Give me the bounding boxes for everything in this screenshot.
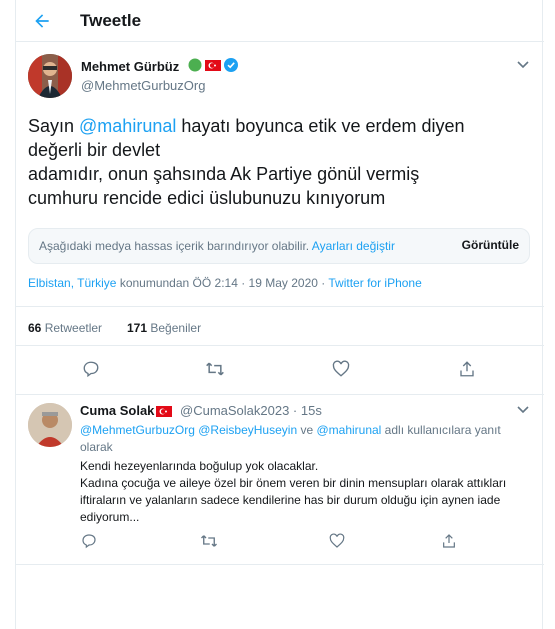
reply-author-name[interactable]: Cuma Solak: [80, 403, 154, 418]
reply-tweet[interactable]: Cuma Solak @CumaSolak2023 · 15s @MehmetG…: [16, 395, 544, 565]
verified-badge-icon: [224, 58, 238, 72]
mention-joiner: ve: [297, 423, 317, 437]
reply-author-handle[interactable]: @CumaSolak2023 · 15s: [180, 403, 322, 418]
mention-link[interactable]: @mahirunal: [316, 423, 381, 437]
retweet-icon: [201, 535, 217, 547]
reply-actions: [16, 530, 544, 554]
retweets-stat[interactable]: 66 Retweetler: [28, 321, 102, 335]
tweet-text-prefix: Sayın: [28, 116, 80, 136]
reply-line-2: Kadına çocuğa ve aileye özel bir önem ve…: [80, 476, 507, 524]
retweet-icon: [206, 362, 224, 376]
change-settings-link[interactable]: Ayarları değiştir: [312, 239, 395, 253]
heart-icon: [332, 360, 350, 377]
mention-link[interactable]: @ReisbeyHuseyin: [198, 423, 297, 437]
reply-text: Kendi hezeyenlarında boğulup yok olacakl…: [80, 458, 535, 526]
retweet-button[interactable]: [204, 358, 226, 380]
view-media-button[interactable]: Görüntüle: [462, 238, 519, 252]
back-button[interactable]: [30, 9, 54, 33]
author-badges: [188, 58, 238, 72]
avatar[interactable]: [28, 54, 72, 98]
retweet-button[interactable]: [200, 532, 218, 550]
page-title: Tweetle: [80, 11, 142, 30]
reply-line-1: Kendi hezeyenlarında boğulup yok olacakl…: [80, 459, 319, 473]
tweet-actions: [16, 354, 544, 384]
reply-button[interactable]: [80, 532, 98, 550]
turkey-flag-icon: [156, 406, 172, 417]
main-tweet: Mehmet Gürbüz @MehmetGurbuzOrg Sayın @ma…: [16, 42, 544, 395]
share-icon: [460, 361, 474, 377]
header-bar: Tweetle: [16, 0, 544, 42]
sensitive-media-notice: Aşağıdaki medya hassas içerik barındırıy…: [28, 228, 530, 264]
tweet-options-button[interactable]: [514, 56, 532, 74]
tweet-line-2: değerli bir devlet: [28, 140, 161, 160]
tweet-text-line1-rest: hayatı boyunca etik ve erdem diyen: [176, 116, 465, 136]
heart-icon: [329, 533, 345, 548]
tweet-line-1: Sayın @mahirunal hayatı boyunca etik ve …: [28, 114, 528, 138]
tweet-stats: 66 Retweetler 171 Beğeniler: [16, 306, 544, 346]
source-link[interactable]: Twitter for iPhone: [328, 276, 421, 290]
like-button[interactable]: [328, 532, 346, 550]
reply-icon: [82, 534, 96, 549]
avatar[interactable]: [28, 403, 72, 447]
replying-to: @MehmetGurbuzOrg @ReisbeyHuseyin ve @mah…: [80, 422, 535, 456]
sensitive-notice-text: Aşağıdaki medya hassas içerik barındırıy…: [39, 239, 395, 253]
share-icon: [443, 534, 455, 548]
likes-label: Beğeniler: [147, 321, 202, 335]
chevron-down-icon: [517, 61, 529, 69]
tweet-line-4: cumhuru rencide edici üslubunuzu kınıyor…: [28, 188, 386, 208]
share-button[interactable]: [440, 532, 458, 550]
likes-count: 171: [127, 321, 148, 335]
reply-icon: [83, 361, 99, 378]
chevron-down-icon: [517, 406, 529, 414]
author-handle[interactable]: @MehmetGurbuzOrg: [81, 78, 205, 93]
mention-link[interactable]: @mahirunal: [79, 116, 176, 136]
retweets-count: 66: [28, 321, 42, 335]
turkey-flag-icon: [205, 59, 221, 71]
share-button[interactable]: [456, 358, 478, 380]
location-link[interactable]: Elbistan, Türkiye: [28, 276, 116, 290]
tweet-line-3: adamıdır, onun şahsında Ak Partiye gönül…: [28, 164, 420, 184]
tweet-detail-panel: Tweetle Mehmet Gürbüz @MehmetGurbuzOrg S…: [15, 0, 544, 629]
reply-button[interactable]: [80, 358, 102, 380]
timestamp: konumundan ÖÖ 2:14 · 19 May 2020 ·: [116, 276, 329, 290]
likes-stat[interactable]: 171 Beğeniler: [127, 321, 201, 335]
tweet-text: Sayın @mahirunal hayatı boyunca etik ve …: [28, 114, 528, 210]
sensitive-notice-label: Aşağıdaki medya hassas içerik barındırıy…: [39, 239, 312, 253]
mention-link[interactable]: @MehmetGurbuzOrg: [80, 423, 195, 437]
retweets-label: Retweetler: [41, 321, 103, 335]
reply-author-flag: [156, 404, 172, 422]
arrow-left-icon: [35, 14, 49, 28]
like-button[interactable]: [330, 358, 352, 380]
reply-options-button[interactable]: [514, 401, 532, 419]
green-dot-icon: [188, 58, 202, 72]
author-name[interactable]: Mehmet Gürbüz: [81, 59, 179, 74]
tweet-meta: Elbistan, Türkiye konumundan ÖÖ 2:14 · 1…: [28, 276, 422, 290]
